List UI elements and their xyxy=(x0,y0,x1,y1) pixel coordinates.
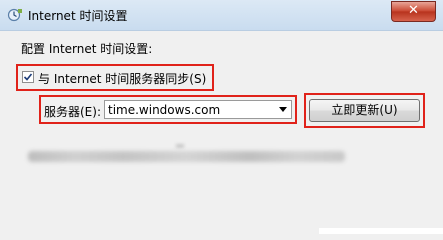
update-now-button[interactable]: 立即更新(U) xyxy=(309,99,420,122)
blurred-text-fragment xyxy=(176,144,184,148)
clock-settings-icon xyxy=(7,7,23,23)
blurred-status-text xyxy=(28,151,345,162)
update-button-highlight: 立即更新(U) xyxy=(304,93,425,128)
chevron-down-icon[interactable] xyxy=(279,107,287,112)
server-select[interactable]: time.windows.com xyxy=(104,100,292,119)
server-value: time.windows.com xyxy=(108,103,221,117)
sync-checkbox-label: 与 Internet 时间服务器同步(S) xyxy=(38,72,207,86)
window-edge xyxy=(319,228,443,234)
title-bar: Internet 时间设置 ✕ xyxy=(0,0,443,31)
window-title: Internet 时间设置 xyxy=(28,9,128,23)
server-field-group: 服务器(E): time.windows.com xyxy=(39,95,297,124)
close-icon: ✕ xyxy=(408,3,419,18)
sync-checkbox-row[interactable]: 与 Internet 时间服务器同步(S) xyxy=(16,64,214,91)
sync-checkbox[interactable] xyxy=(22,71,34,83)
server-label: 服务器(E): xyxy=(44,105,101,119)
close-button[interactable]: ✕ xyxy=(391,1,436,22)
check-icon xyxy=(23,73,33,81)
section-label: 配置 Internet 时间设置: xyxy=(21,42,153,56)
